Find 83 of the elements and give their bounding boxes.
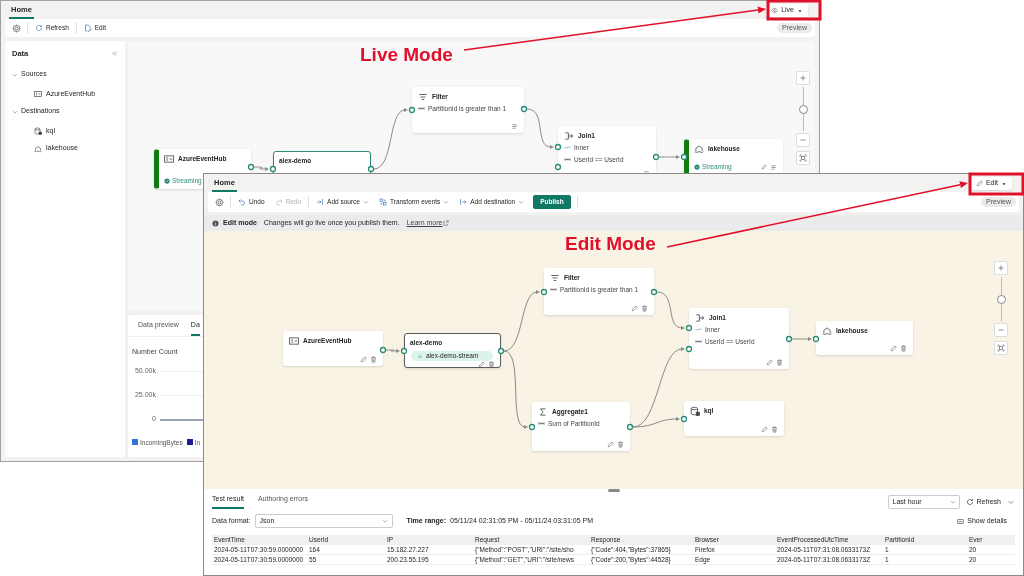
lakehouse-icon	[822, 326, 832, 336]
chevron-down-icon	[443, 199, 450, 205]
event-hub-icon	[164, 154, 174, 164]
redo-icon	[274, 198, 283, 206]
connector-arrow	[658, 155, 680, 159]
fit-view-button[interactable]	[994, 341, 1008, 355]
filter-icon	[550, 273, 560, 283]
stream-icon	[417, 352, 423, 359]
refresh-icon	[35, 24, 43, 32]
refresh-icon	[966, 498, 975, 506]
trash-icon[interactable]	[370, 356, 377, 363]
wave-icon	[695, 326, 702, 334]
connector-arrow	[656, 291, 685, 330]
info-icon	[212, 219, 219, 227]
filter-icon	[418, 92, 428, 102]
check-icon	[164, 178, 170, 185]
check-icon	[694, 164, 700, 171]
zoom-out-icon	[997, 326, 1005, 334]
menu-icon[interactable]	[770, 163, 777, 171]
annotation-label: Live Mode	[360, 45, 453, 64]
edit-icon	[83, 24, 92, 32]
fit-view-icon	[997, 344, 1005, 352]
trash-icon[interactable]	[900, 345, 907, 352]
zoom-in-button[interactable]	[994, 261, 1008, 275]
highlight-frame	[968, 172, 1024, 196]
trash-icon[interactable]	[771, 426, 778, 433]
trash-icon[interactable]	[617, 441, 624, 448]
chevron-down-icon	[12, 71, 18, 78]
chevron-down-icon	[381, 518, 388, 524]
add-destination-icon	[459, 198, 468, 206]
resize-handle[interactable]	[608, 489, 620, 492]
chevron-down-icon	[518, 199, 525, 205]
settings-icon	[215, 197, 224, 207]
field-icon	[695, 338, 702, 346]
lakehouse-icon	[34, 144, 42, 153]
connector-arrow	[253, 166, 269, 171]
field-icon	[564, 156, 571, 164]
zoom-slider[interactable]	[798, 87, 808, 131]
join-icon	[695, 313, 705, 323]
details-icon	[957, 517, 965, 525]
add-source-icon	[316, 198, 325, 206]
chevron-down-icon	[363, 199, 369, 205]
field-icon	[418, 105, 425, 113]
field-icon	[538, 420, 545, 428]
database-icon	[34, 127, 42, 135]
chevron-down-icon	[950, 499, 957, 505]
connector-arrow	[791, 337, 812, 341]
connector-arrow	[385, 349, 400, 353]
trash-icon[interactable]	[776, 359, 783, 366]
zoom-slider[interactable]	[996, 277, 1006, 321]
menu-icon[interactable]	[511, 123, 518, 130]
transform-icon	[379, 198, 387, 206]
eye-icon	[771, 7, 779, 14]
highlight-frame	[766, 0, 822, 21]
slider-thumb[interactable]	[798, 104, 808, 114]
join-icon	[564, 131, 574, 141]
sigma-icon	[538, 407, 548, 417]
zoom-in-icon	[799, 74, 807, 82]
fit-view-button[interactable]	[796, 151, 810, 165]
connector-arrow	[373, 108, 408, 170]
pencil-icon	[975, 180, 983, 187]
field-icon	[550, 286, 557, 294]
caret-icon	[797, 7, 803, 14]
database-icon	[690, 406, 700, 416]
annotation-label: Edit Mode	[565, 234, 656, 253]
lakehouse-icon	[694, 144, 704, 154]
fit-view-icon	[799, 154, 807, 162]
connector-arrow	[526, 108, 554, 149]
settings-icon	[12, 23, 21, 33]
event-hub-icon	[289, 336, 299, 346]
external-link-icon	[443, 220, 450, 226]
chevron-down-icon	[12, 108, 18, 115]
caret-icon	[1001, 180, 1007, 187]
undo-icon	[238, 198, 246, 206]
slider-thumb[interactable]	[996, 294, 1006, 304]
wave-icon	[564, 144, 571, 152]
zoom-in-icon	[997, 264, 1005, 272]
zoom-out-icon	[799, 136, 807, 144]
trash-icon[interactable]	[641, 305, 648, 312]
trash-icon[interactable]	[488, 360, 495, 368]
zoom-in-button[interactable]	[796, 71, 810, 85]
pencil-icon[interactable]	[478, 360, 485, 368]
event-hub-icon	[34, 90, 42, 98]
